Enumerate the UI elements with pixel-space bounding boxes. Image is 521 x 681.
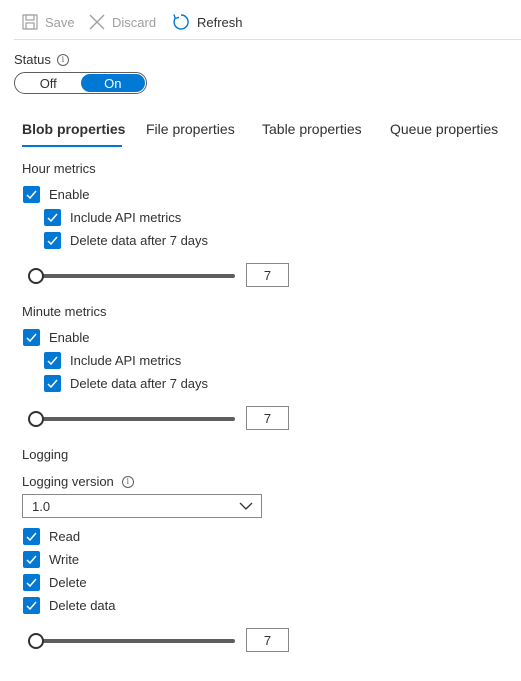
minute-metrics-title: Minute metrics	[22, 304, 107, 319]
hour-metrics-title: Hour metrics	[22, 161, 96, 176]
info-icon[interactable]: i	[121, 475, 134, 488]
logging-title: Logging	[22, 447, 69, 462]
tab-blob-properties[interactable]: Blob properties	[22, 121, 125, 137]
logging-read-label: Read	[49, 529, 81, 544]
status-toggle[interactable]: Off On	[14, 72, 147, 94]
refresh-label: Refresh	[197, 14, 243, 30]
slider-track[interactable]	[36, 274, 235, 278]
minute-retention-input[interactable]: 7	[246, 406, 289, 430]
tab-table-properties[interactable]: Table properties	[262, 121, 362, 137]
logging-retention-input[interactable]: 7	[246, 628, 289, 652]
logging-version-text: Logging version	[22, 474, 114, 489]
checkmark-icon[interactable]	[44, 209, 61, 226]
active-tab-indicator	[22, 145, 122, 147]
checkmark-icon[interactable]	[23, 329, 40, 346]
save-button[interactable]: Save	[22, 11, 75, 33]
hour-enable-checkbox[interactable]: Enable	[23, 186, 89, 203]
logging-version-label: Logging version i	[22, 474, 134, 489]
logging-delete-label: Delete	[49, 575, 87, 590]
refresh-button[interactable]: Refresh	[172, 11, 243, 33]
checkmark-icon[interactable]	[23, 186, 40, 203]
hour-delete-after-label: Delete data after 7 days	[70, 233, 209, 248]
refresh-icon	[173, 14, 189, 30]
hour-enable-label: Enable	[49, 187, 90, 202]
checkmark-icon[interactable]	[44, 232, 61, 249]
command-bar: Save Discard Refresh	[14, 9, 521, 40]
slider-thumb[interactable]	[28, 633, 44, 649]
minute-delete-after-label: Delete data after 7 days	[70, 376, 209, 391]
minute-include-api-checkbox[interactable]: Include API metrics	[44, 352, 181, 369]
logging-write-label: Write	[49, 552, 80, 567]
logging-retention-slider-row: 7	[28, 628, 290, 652]
minute-retention-slider-row: 7	[28, 406, 290, 430]
minute-include-api-label: Include API metrics	[70, 353, 182, 368]
checkmark-icon[interactable]	[23, 528, 40, 545]
hour-retention-slider-row: 7	[28, 263, 290, 287]
logging-delete-data-label: Delete data	[49, 598, 116, 613]
save-icon	[22, 14, 38, 30]
checkmark-icon[interactable]	[23, 574, 40, 591]
logging-delete-data-checkbox[interactable]: Delete data	[23, 597, 116, 614]
minute-enable-label: Enable	[49, 330, 90, 345]
logging-write-checkbox[interactable]: Write	[23, 551, 79, 568]
logging-read-checkbox[interactable]: Read	[23, 528, 80, 545]
minute-enable-checkbox[interactable]: Enable	[23, 329, 89, 346]
checkmark-icon[interactable]	[23, 597, 40, 614]
discard-label: Discard	[112, 14, 157, 30]
minute-delete-after-checkbox[interactable]: Delete data after 7 days	[44, 375, 208, 392]
discard-button[interactable]: Discard	[89, 11, 156, 33]
slider-thumb[interactable]	[28, 268, 44, 284]
slider-track[interactable]	[36, 417, 235, 421]
checkmark-icon[interactable]	[44, 352, 61, 369]
status-label-text: Status	[14, 52, 51, 67]
save-label: Save	[45, 14, 75, 30]
chevron-down-icon	[239, 502, 253, 510]
logging-version-dropdown[interactable]: 1.0	[22, 494, 262, 518]
hour-retention-input[interactable]: 7	[246, 263, 289, 287]
status-label: Status i	[14, 52, 69, 67]
slider-track[interactable]	[36, 639, 235, 643]
slider-thumb[interactable]	[28, 411, 44, 427]
logging-version-value: 1.0	[32, 498, 51, 514]
tab-queue-properties[interactable]: Queue properties	[390, 121, 498, 137]
logging-delete-checkbox[interactable]: Delete	[23, 574, 87, 591]
close-icon	[89, 14, 105, 30]
checkmark-icon[interactable]	[23, 551, 40, 568]
status-off-option[interactable]: Off	[16, 74, 81, 92]
info-icon[interactable]: i	[56, 53, 69, 66]
hour-include-api-label: Include API metrics	[70, 210, 182, 225]
hour-include-api-checkbox[interactable]: Include API metrics	[44, 209, 181, 226]
status-on-option[interactable]: On	[80, 74, 145, 92]
tab-file-properties[interactable]: File properties	[146, 121, 235, 137]
hour-delete-after-checkbox[interactable]: Delete data after 7 days	[44, 232, 208, 249]
checkmark-icon[interactable]	[44, 375, 61, 392]
